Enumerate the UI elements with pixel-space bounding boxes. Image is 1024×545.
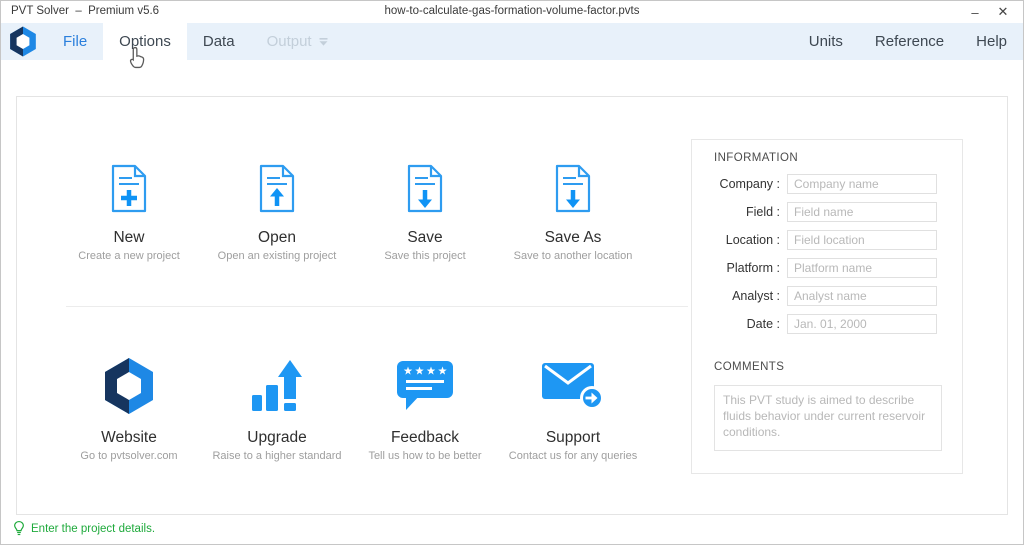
platform-label: Platform :	[692, 261, 787, 275]
shortcut-subtitle: Save to another location	[514, 250, 633, 262]
shortcut-subtitle: Raise to a higher standard	[212, 450, 341, 462]
shortcut-title: Open	[258, 229, 296, 247]
information-fields: Company : Field : Location : Platform : …	[692, 174, 962, 342]
platform-input[interactable]	[787, 258, 937, 278]
titlebar: PVT Solver – Premium v5.6 how-to-calcula…	[1, 1, 1023, 23]
shortcut-title: Upgrade	[247, 429, 306, 447]
shortcut-subtitle: Go to pvtsolver.com	[80, 450, 177, 462]
app-window: PVT Solver – Premium v5.6 how-to-calcula…	[0, 0, 1024, 545]
save-as-button[interactable]: Save As Save to another location	[499, 163, 647, 262]
document-arrow-down-icon	[553, 163, 593, 215]
field-row-analyst: Analyst :	[692, 286, 962, 306]
website-button[interactable]: Website Go to pvtsolver.com	[55, 357, 203, 462]
rows-divider	[66, 306, 688, 307]
analyst-input[interactable]	[787, 286, 937, 306]
company-label: Company :	[692, 177, 787, 191]
menu-options[interactable]: Options	[103, 23, 187, 60]
comments-title: COMMENTS	[714, 361, 784, 373]
field-row-field: Field :	[692, 202, 962, 222]
document-arrow-down-icon	[405, 163, 445, 215]
menu-output[interactable]: Output	[251, 23, 344, 60]
shortcut-title: Save As	[545, 229, 602, 247]
dropdown-caret-icon	[319, 38, 328, 46]
feedback-button[interactable]: Feedback Tell us how to be better	[351, 357, 499, 462]
links-row: Website Go to pvtsolver.com Upgrade Rais…	[55, 357, 647, 462]
lightbulb-icon	[13, 520, 25, 537]
save-project-button[interactable]: Save Save this project	[351, 163, 499, 262]
document-arrow-up-icon	[257, 163, 297, 215]
menu-output-label: Output	[267, 33, 312, 50]
menu-file[interactable]: File	[47, 23, 103, 60]
statusbar: Enter the project details.	[13, 520, 155, 537]
menu-help[interactable]: Help	[960, 23, 1023, 60]
company-input[interactable]	[787, 174, 937, 194]
support-button[interactable]: Support Contact us for any queries	[499, 357, 647, 462]
analyst-label: Analyst :	[692, 289, 787, 303]
main-panel: New Create a new project Open Open an ex…	[16, 96, 1008, 515]
information-title: INFORMATION	[714, 152, 798, 164]
location-label: Location :	[692, 233, 787, 247]
shortcut-title: Support	[546, 429, 600, 447]
field-row-company: Company :	[692, 174, 962, 194]
field-row-date: Date :	[692, 314, 962, 334]
menubar-spacer	[344, 23, 793, 60]
file-actions-row: New Create a new project Open Open an ex…	[55, 163, 647, 262]
information-panel: INFORMATION Company : Field : Location :…	[691, 139, 963, 474]
open-project-button[interactable]: Open Open an existing project	[203, 163, 351, 262]
speech-bubble-stars-icon	[396, 357, 454, 415]
shortcut-subtitle: Save this project	[384, 250, 465, 262]
shortcut-title: Website	[101, 429, 157, 447]
shortcut-subtitle: Create a new project	[78, 250, 180, 262]
comments-textarea[interactable]	[714, 385, 942, 451]
menu-reference[interactable]: Reference	[859, 23, 960, 60]
status-message: Enter the project details.	[31, 523, 155, 535]
menubar: File Options Data Output Units Reference…	[1, 23, 1023, 60]
menu-units[interactable]: Units	[793, 23, 859, 60]
shortcut-subtitle: Open an existing project	[218, 250, 337, 262]
shortcut-subtitle: Tell us how to be better	[368, 450, 481, 462]
close-button[interactable]: ✕	[989, 1, 1017, 23]
shortcut-title: Save	[407, 229, 442, 247]
window-controls: – ✕	[961, 1, 1017, 23]
document-plus-icon	[109, 163, 149, 215]
upgrade-button[interactable]: Upgrade Raise to a higher standard	[203, 357, 351, 462]
date-input[interactable]	[787, 314, 937, 334]
shortcut-title: New	[113, 229, 144, 247]
hexagon-logo-icon	[9, 26, 37, 57]
envelope-arrow-icon	[542, 357, 604, 415]
location-input[interactable]	[787, 230, 937, 250]
hexagon-logo-icon	[103, 357, 155, 415]
bar-chart-arrow-icon	[251, 357, 303, 415]
field-row-platform: Platform :	[692, 258, 962, 278]
field-input[interactable]	[787, 202, 937, 222]
date-label: Date :	[692, 317, 787, 331]
app-logo	[1, 23, 47, 60]
minimize-button[interactable]: –	[961, 1, 989, 23]
field-label: Field :	[692, 205, 787, 219]
shortcut-title: Feedback	[391, 429, 459, 447]
shortcut-subtitle: Contact us for any queries	[509, 450, 637, 462]
new-project-button[interactable]: New Create a new project	[55, 163, 203, 262]
field-row-location: Location :	[692, 230, 962, 250]
document-title: how-to-calculate-gas-formation-volume-fa…	[1, 5, 1023, 17]
menu-data[interactable]: Data	[187, 23, 251, 60]
